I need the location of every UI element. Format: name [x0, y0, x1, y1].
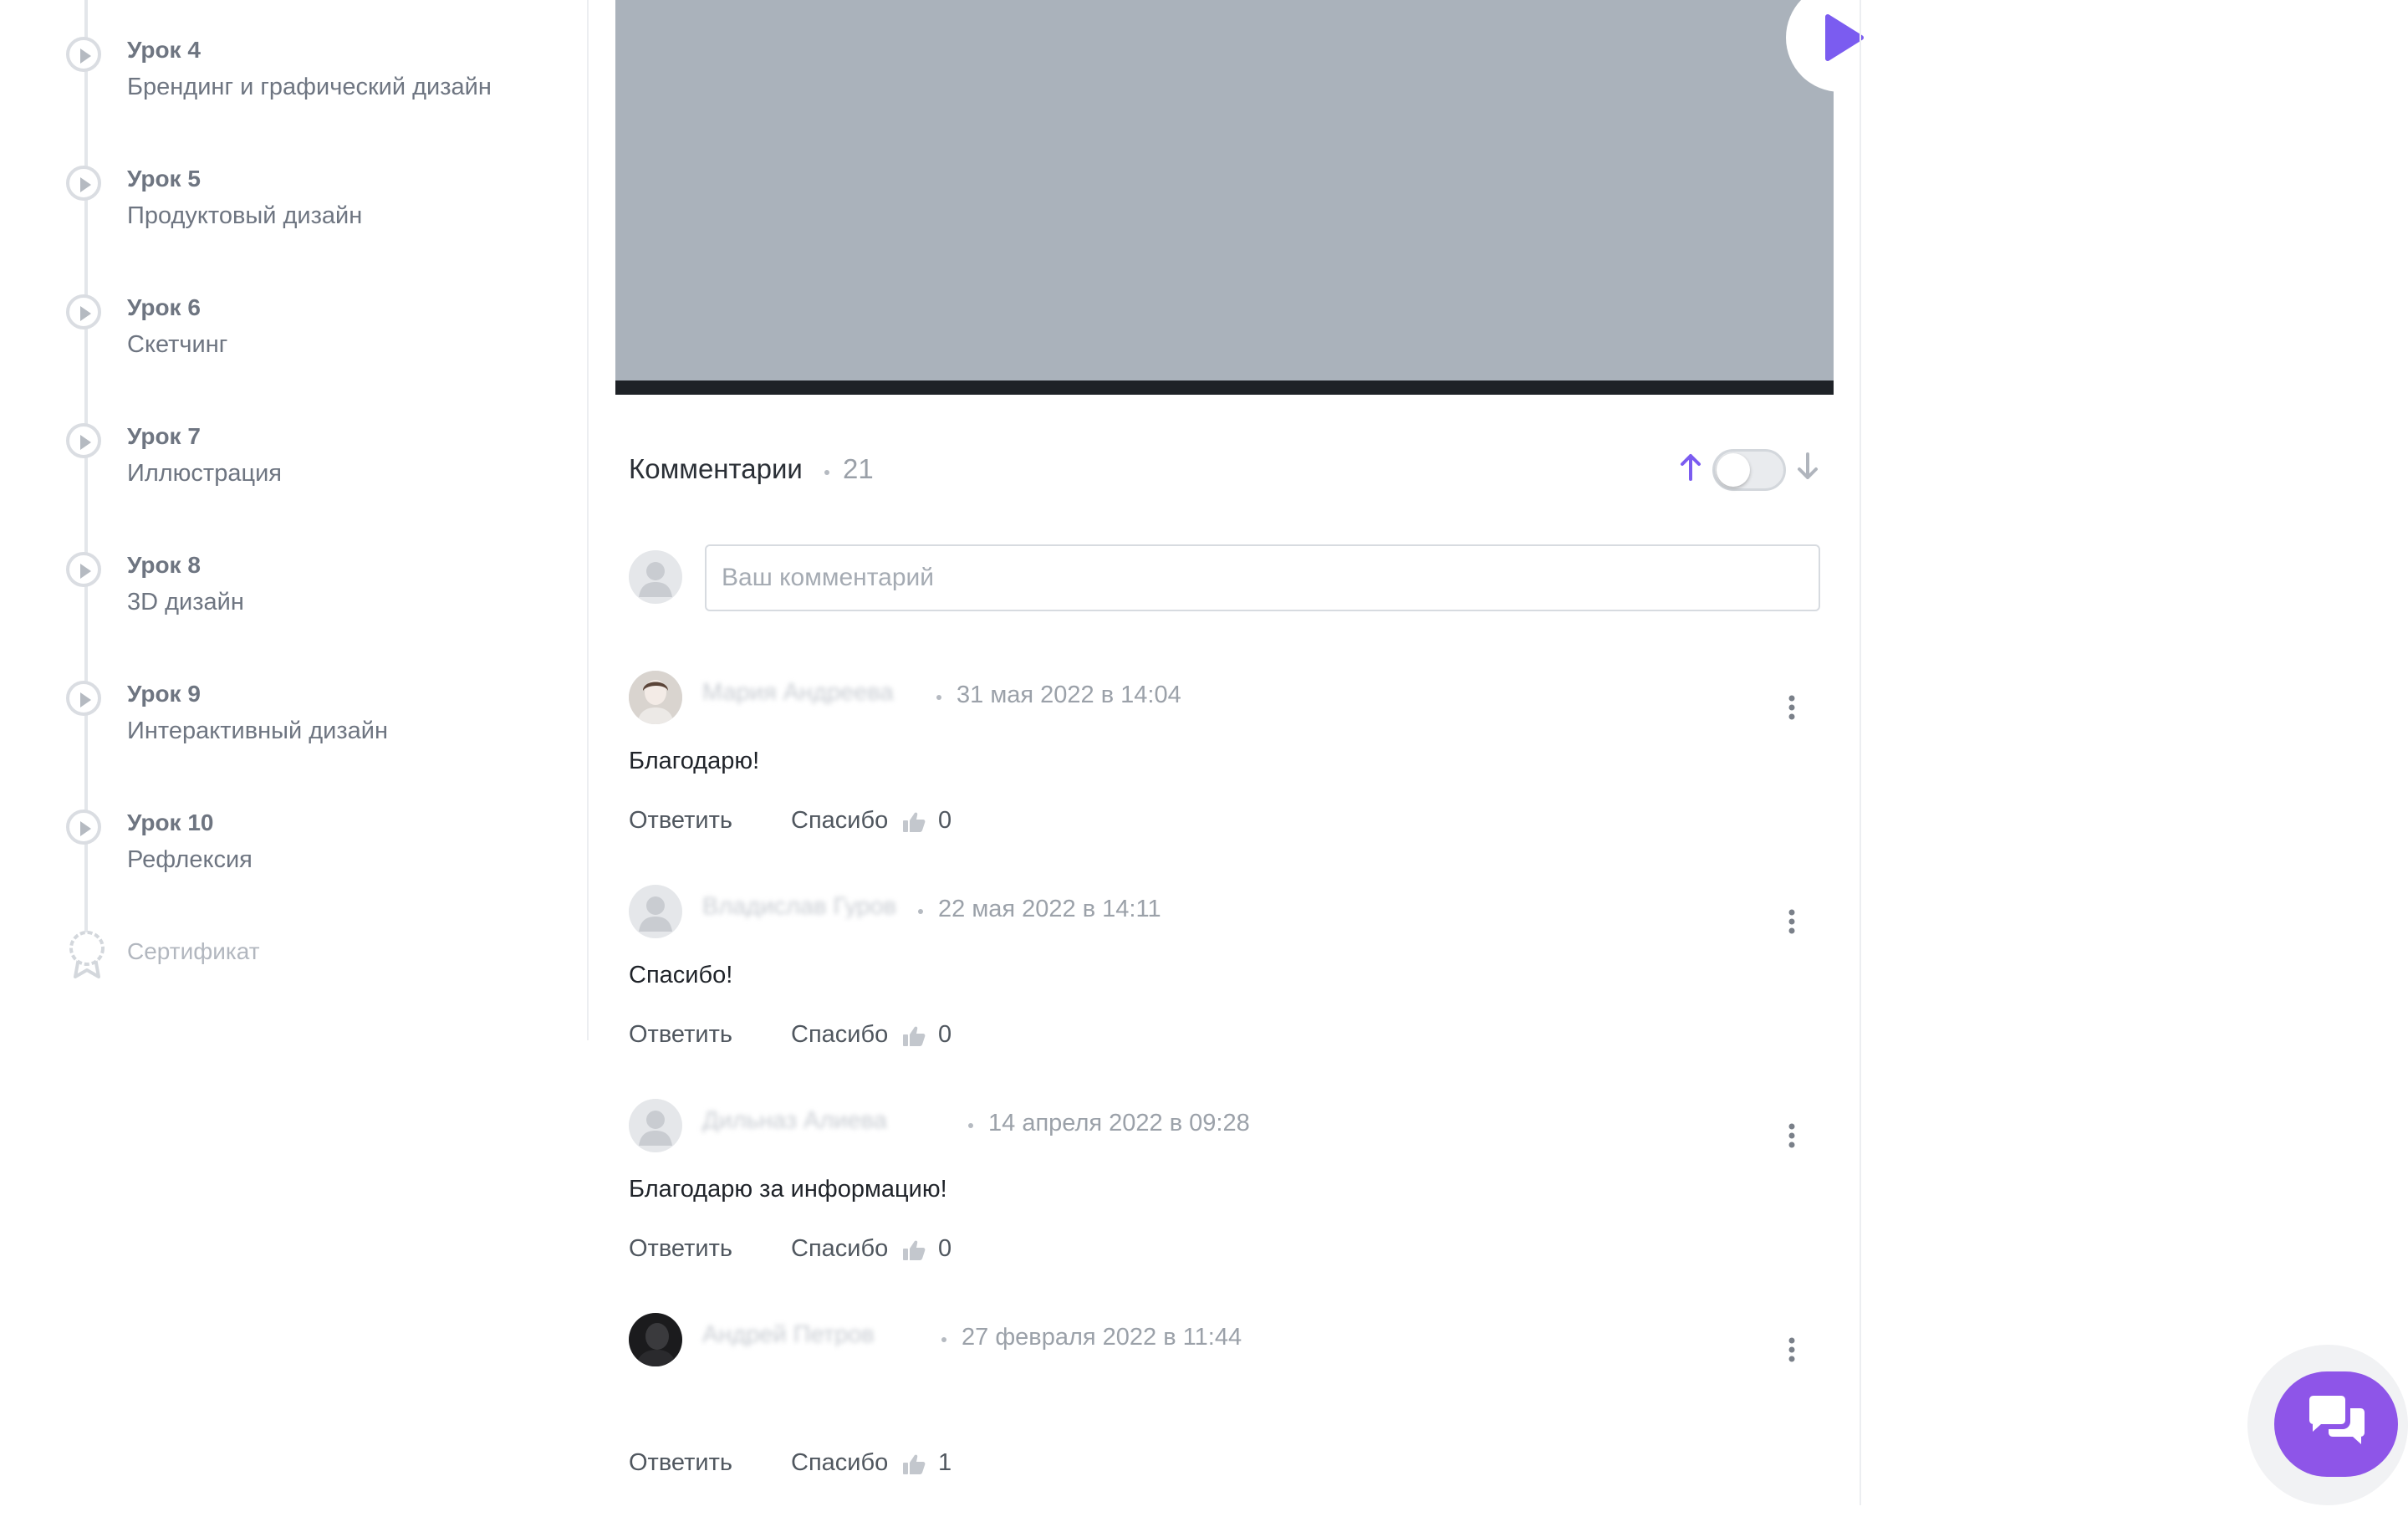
- comment-item: Дильназ Алиева 14 апреля 2022 в 09:28 Бл…: [629, 1099, 1833, 1308]
- comment-date: 14 апреля 2022 в 09:28: [988, 1110, 1250, 1136]
- play-circle-icon: [66, 37, 101, 72]
- lesson-number: Урок 10: [127, 810, 214, 835]
- play-icon: [1825, 14, 1864, 61]
- likes-count: 1: [938, 1449, 952, 1476]
- likes-count: 0: [938, 807, 952, 834]
- play-circle-icon: [66, 681, 101, 716]
- play-circle-icon: [66, 423, 101, 458]
- separator-dot: [936, 695, 941, 700]
- play-circle-icon: [66, 294, 101, 329]
- lesson-title: 3D дизайн: [127, 589, 244, 615]
- reply-button[interactable]: Ответить: [629, 807, 732, 835]
- kebab-menu-icon: [1788, 1123, 1795, 1148]
- lesson-title: Скетчинг: [127, 331, 228, 358]
- lesson-item-8[interactable]: Урок 8 3D дизайн: [0, 550, 585, 659]
- comment-date: 27 февраля 2022 в 11:44: [962, 1324, 1242, 1351]
- lesson-title: Рефлексия: [127, 846, 253, 873]
- kebab-menu-icon: [1788, 1337, 1795, 1362]
- avatar[interactable]: [629, 885, 682, 938]
- play-circle-icon: [66, 810, 101, 845]
- thanks-button[interactable]: Спасибо: [791, 807, 888, 835]
- comments-count: 21: [843, 453, 874, 484]
- more-options-button[interactable]: [1779, 692, 1804, 723]
- certificate-label: Сертификат: [127, 938, 260, 964]
- avatar[interactable]: [629, 671, 682, 724]
- sidebar-divider: [587, 0, 589, 1040]
- play-circle-icon: [66, 552, 101, 587]
- content-divider: [1860, 0, 1861, 1505]
- lesson-item-7[interactable]: Урок 7 Иллюстрация: [0, 421, 585, 530]
- comment-date: 22 мая 2022 в 14:11: [938, 896, 1161, 922]
- certificate-item[interactable]: Сертификат: [0, 928, 585, 978]
- video-progress-bar[interactable]: [615, 380, 1834, 395]
- lesson-title: Брендинг и графический дизайн: [127, 74, 492, 100]
- separator-dot: [824, 470, 829, 475]
- thanks-button[interactable]: Спасибо: [791, 1235, 888, 1263]
- lesson-number: Урок 9: [127, 681, 201, 707]
- comments-title: Комментарии: [629, 453, 803, 484]
- thumbs-up-icon[interactable]: [902, 1239, 926, 1265]
- play-button[interactable]: [1786, 0, 1895, 92]
- thumbs-up-icon[interactable]: [902, 1453, 926, 1479]
- lesson-number: Урок 5: [127, 166, 201, 192]
- lesson-title: Продуктовый дизайн: [127, 202, 363, 229]
- comment-input[interactable]: [705, 544, 1820, 611]
- comment-item: Мария Андреева 31 мая 2022 в 14:04 Благо…: [629, 671, 1833, 880]
- more-options-button[interactable]: [1779, 907, 1804, 937]
- comment-date: 31 мая 2022 в 14:04: [957, 682, 1181, 708]
- separator-dot: [968, 1123, 973, 1128]
- play-circle-icon: [66, 166, 101, 201]
- lesson-number: Урок 7: [127, 423, 201, 449]
- lesson-title: Интерактивный дизайн: [127, 718, 388, 744]
- kebab-menu-icon: [1788, 695, 1795, 720]
- lesson-item-6[interactable]: Урок 6 Скетчинг: [0, 293, 585, 401]
- lesson-item-5[interactable]: Урок 5 Продуктовый дизайн: [0, 164, 585, 273]
- reply-button[interactable]: Ответить: [629, 1021, 732, 1049]
- reply-button[interactable]: Ответить: [629, 1235, 732, 1263]
- more-options-button[interactable]: [1779, 1335, 1804, 1365]
- certificate-badge-icon: [67, 928, 107, 984]
- comment-author[interactable]: Дильназ Алиева: [702, 1107, 945, 1132]
- lesson-sidebar: Урок 4 Брендинг и графический дизайн Уро…: [0, 0, 585, 1040]
- user-avatar: [629, 550, 682, 604]
- sort-order-toggle[interactable]: [1712, 449, 1786, 491]
- kebab-menu-icon: [1788, 909, 1795, 934]
- lesson-item-9[interactable]: Урок 9 Интерактивный дизайн: [0, 679, 585, 788]
- comment-text: [629, 1400, 1582, 1412]
- avatar[interactable]: [629, 1313, 682, 1366]
- lesson-title: Иллюстрация: [127, 460, 282, 487]
- lesson-number: Урок 8: [127, 552, 201, 578]
- thumbs-up-icon[interactable]: [902, 811, 926, 837]
- comment-item: Андрей Петров 27 февраля 2022 в 11:44 От…: [629, 1313, 1833, 1522]
- video-player[interactable]: [615, 0, 1895, 380]
- lesson-number: Урок 6: [127, 294, 201, 320]
- comment-author[interactable]: Владислав Гуров: [702, 893, 913, 918]
- thumbs-up-icon[interactable]: [902, 1025, 926, 1051]
- thanks-button[interactable]: Спасибо: [791, 1449, 888, 1477]
- separator-dot: [941, 1337, 946, 1342]
- chat-button[interactable]: [2274, 1371, 2398, 1477]
- comment-text: Благодарю!: [629, 748, 760, 774]
- avatar[interactable]: [629, 1099, 682, 1152]
- toggle-knob: [1717, 453, 1750, 487]
- chat-bubbles-icon: [2309, 1396, 2365, 1444]
- thanks-button[interactable]: Спасибо: [791, 1021, 888, 1049]
- arrow-down-icon[interactable]: [1796, 452, 1819, 486]
- likes-count: 0: [938, 1235, 952, 1262]
- comment-author[interactable]: Андрей Петров: [702, 1321, 921, 1346]
- reply-button[interactable]: Ответить: [629, 1449, 732, 1477]
- more-options-button[interactable]: [1779, 1121, 1804, 1151]
- lesson-item-10[interactable]: Урок 10 Рефлексия: [0, 808, 585, 917]
- comment-text: Благодарю за информацию!: [629, 1176, 947, 1203]
- lesson-number: Урок 4: [127, 37, 201, 63]
- arrow-up-icon[interactable]: [1679, 452, 1702, 486]
- separator-dot: [918, 909, 923, 914]
- comment-item: Владислав Гуров 22 мая 2022 в 14:11 Спас…: [629, 885, 1833, 1094]
- comment-author[interactable]: Мария Андреева: [702, 679, 895, 704]
- comment-text: Спасибо!: [629, 962, 733, 988]
- likes-count: 0: [938, 1021, 952, 1048]
- lesson-item-4[interactable]: Урок 4 Брендинг и графический дизайн: [0, 35, 585, 144]
